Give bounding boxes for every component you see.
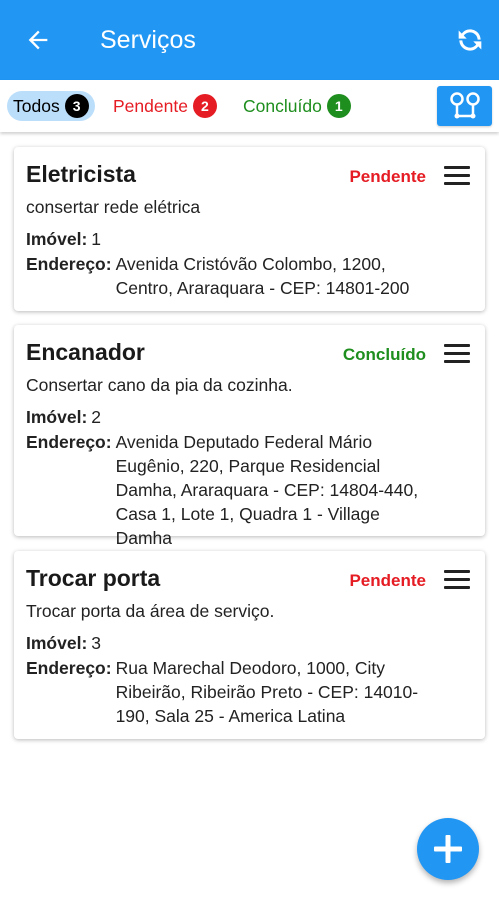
filter-todos[interactable]: Todos 3 [7, 91, 95, 121]
add-service-button[interactable] [417, 818, 479, 880]
imovel-row: Imóvel: 3 [26, 631, 101, 655]
endereco-label: Endereço: [26, 432, 112, 452]
imovel-row: Imóvel: 1 [26, 227, 101, 251]
endereco-label: Endereço: [26, 658, 112, 678]
status-badge: Pendente [349, 167, 426, 186]
service-name: Encanador [26, 339, 145, 365]
arrow-left-icon [28, 30, 48, 50]
plus-icon [434, 835, 462, 863]
hamburger-menu-icon[interactable] [443, 341, 471, 365]
back-button[interactable] [22, 24, 54, 56]
filter-concluido-label: Concluído [243, 95, 322, 116]
service-card[interactable]: Trocar porta Pendente Trocar porta da ár… [14, 551, 485, 739]
endereco-value: Avenida Deputado Federal Mário Eugênio, … [115, 432, 419, 548]
hamburger-menu-icon[interactable] [443, 163, 471, 187]
route-map-icon [449, 92, 480, 119]
filter-pendente-count: 2 [192, 94, 217, 118]
endereco-value: Avenida Cristóvão Colombo, 1200, Centro,… [115, 254, 410, 298]
service-card[interactable]: Eletricista Pendente consertar rede elét… [14, 147, 485, 311]
imovel-value: 2 [91, 407, 102, 427]
filter-todos-label: Todos [13, 95, 60, 116]
imovel-label: Imóvel: [26, 229, 88, 249]
status-badge: Pendente [349, 571, 426, 590]
imovel-label: Imóvel: [26, 407, 88, 427]
filter-pendente-label: Pendente [113, 95, 188, 116]
imovel-value: 3 [91, 633, 102, 653]
filter-concluido-count: 1 [326, 94, 351, 118]
service-description: consertar rede elétrica [26, 197, 201, 217]
service-description: Trocar porta da área de serviço. [26, 601, 275, 621]
imovel-label: Imóvel: [26, 633, 88, 653]
refresh-button[interactable] [452, 22, 488, 58]
service-name: Eletricista [26, 161, 136, 187]
imovel-row: Imóvel: 2 [26, 405, 101, 429]
filter-todos-count: 3 [64, 94, 89, 118]
filter-bar: Todos 3 Pendente 2 Concluído 1 [0, 80, 499, 132]
page-title: Serviços [100, 26, 196, 54]
endereco-row: Endereço: Avenida Cristóvão Colombo, 120… [26, 252, 436, 300]
service-description: Consertar cano da pia da cozinha. [26, 375, 293, 395]
endereco-label: Endereço: [26, 254, 112, 274]
hamburger-menu-icon[interactable] [443, 567, 471, 591]
refresh-icon [458, 29, 482, 51]
service-name: Trocar porta [26, 565, 161, 591]
filter-pendente[interactable]: Pendente 2 [113, 91, 217, 121]
filter-concluido[interactable]: Concluído 1 [243, 91, 351, 121]
service-card[interactable]: Encanador Concluído Consertar cano da pi… [14, 325, 485, 548]
imovel-value: 1 [91, 229, 102, 249]
app-bar: Serviços [0, 0, 499, 80]
status-badge: Concluído [342, 345, 426, 364]
endereco-row: Endereço: Rua Marechal Deodoro, 1000, Ci… [26, 656, 436, 728]
route-map-button[interactable] [437, 86, 492, 126]
endereco-value: Rua Marechal Deodoro, 1000, City Ribeirã… [115, 658, 419, 726]
endereco-row: Endereço: Avenida Deputado Federal Mário… [26, 430, 436, 550]
